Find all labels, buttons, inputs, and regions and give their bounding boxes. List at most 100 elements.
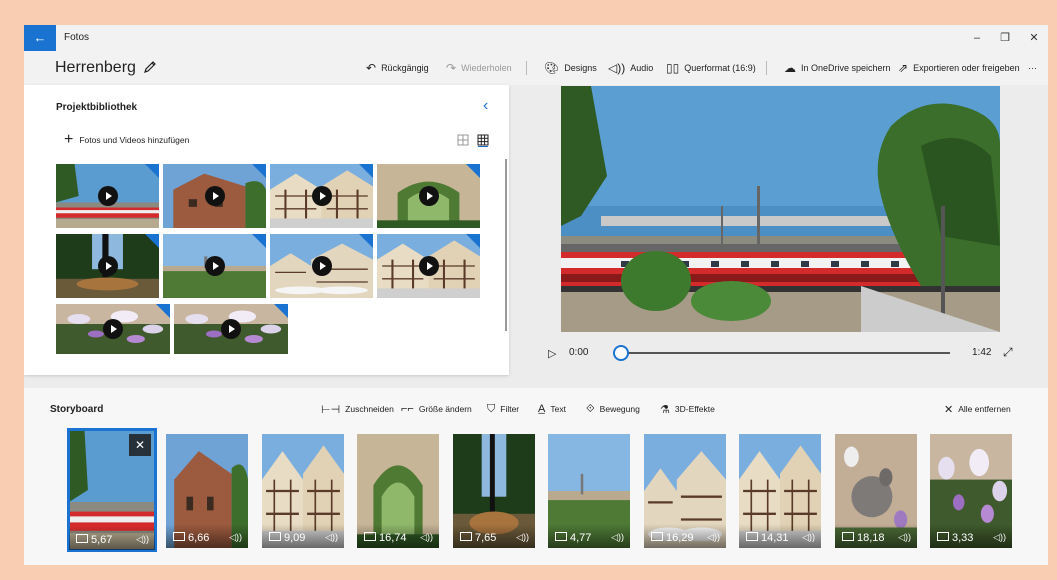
library-item[interactable] bbox=[174, 304, 288, 354]
play-icon bbox=[204, 186, 225, 206]
close-icon[interactable]: ✕ bbox=[129, 434, 151, 456]
seek-thumb[interactable] bbox=[613, 345, 629, 361]
onedrive-label: In OneDrive speichern bbox=[801, 63, 891, 73]
library-item[interactable] bbox=[56, 164, 159, 228]
clip-duration: 18,18 bbox=[857, 532, 885, 544]
more-icon: ··· bbox=[1028, 63, 1037, 73]
clip-duration: 6,66 bbox=[188, 532, 210, 544]
undo-button[interactable]: ↶ Rückgängig bbox=[366, 51, 429, 85]
fullscreen-icon[interactable]: ⤢ bbox=[1003, 345, 1013, 360]
storyboard-clip[interactable]: 16,29 ◁)) bbox=[644, 434, 726, 548]
total-time: 1:42 bbox=[972, 347, 992, 358]
storyboard-clip[interactable]: 16,74 ◁)) bbox=[357, 434, 439, 548]
storyboard-clip[interactable]: 18,18 ◁)) bbox=[835, 434, 917, 548]
motion-button[interactable]: ⟐ Bewegung bbox=[586, 398, 640, 420]
trim-button[interactable]: ⊢⊣ Zuschneiden bbox=[321, 398, 394, 420]
clip-duration: 7,65 bbox=[475, 532, 497, 544]
play-icon[interactable]: ▷ bbox=[548, 347, 556, 360]
clip-duration: 16,74 bbox=[379, 532, 407, 544]
added-marker-icon bbox=[359, 164, 373, 178]
trim-icon: ⊢⊣ bbox=[321, 403, 341, 416]
remove-all-button[interactable]: ✕ Alle entfernen bbox=[944, 398, 1011, 420]
onedrive-save-button[interactable]: ☁ In OneDrive speichern bbox=[784, 51, 891, 85]
aspect-ratio-label: Querformat (16:9) bbox=[684, 63, 756, 73]
back-button[interactable]: ← bbox=[24, 25, 56, 51]
3d-effects-button[interactable]: ⚗ 3D-Effekte bbox=[660, 398, 715, 420]
filter-label: Filter bbox=[500, 404, 520, 414]
play-icon bbox=[103, 319, 123, 339]
library-item[interactable] bbox=[377, 234, 480, 298]
text-icon: A̲ bbox=[538, 403, 546, 415]
title-bar: ← Fotos – ❐ ✕ bbox=[24, 25, 1048, 51]
library-item[interactable] bbox=[270, 234, 373, 298]
storyboard-clip[interactable]: 14,31 ◁)) bbox=[739, 434, 821, 548]
library-item[interactable] bbox=[56, 304, 170, 354]
photo-icon bbox=[555, 532, 567, 541]
photo-icon bbox=[651, 532, 663, 541]
library-title: Projektbibliothek bbox=[56, 102, 138, 113]
added-marker-icon bbox=[145, 164, 159, 178]
large-grid-view-icon[interactable] bbox=[456, 133, 470, 147]
speaker-icon: ◁)) bbox=[611, 532, 624, 542]
photo-icon bbox=[173, 532, 185, 541]
audio-label: Audio bbox=[630, 63, 654, 73]
add-media-label: Fotos und Videos hinzufügen bbox=[79, 135, 190, 145]
library-item[interactable] bbox=[270, 164, 373, 228]
added-marker-icon bbox=[274, 304, 288, 318]
trim-label: Zuschneiden bbox=[345, 404, 394, 414]
cloud-upload-icon: ☁ bbox=[784, 61, 796, 75]
clip-duration: 14,31 bbox=[761, 532, 789, 544]
clip-duration: 5,67 bbox=[91, 534, 113, 546]
filter-button[interactable]: ⛉ Filter bbox=[487, 398, 519, 420]
storyboard-clip[interactable]: 4,77 ◁)) bbox=[548, 434, 630, 548]
text-button[interactable]: A̲ Text bbox=[538, 398, 566, 420]
play-icon bbox=[311, 186, 332, 206]
current-time: 0:00 bbox=[569, 347, 589, 358]
library-item[interactable] bbox=[56, 234, 159, 298]
speaker-icon: ◁)) bbox=[420, 532, 433, 542]
resize-label: Größe ändern bbox=[418, 404, 472, 414]
redo-button[interactable]: ↷ Wiederholen bbox=[446, 51, 512, 85]
close-window-button[interactable]: ✕ bbox=[1020, 25, 1048, 51]
plus-icon: + bbox=[64, 131, 74, 148]
motion-label: Bewegung bbox=[599, 404, 640, 414]
add-media-button[interactable]: + Fotos und Videos hinzufügen bbox=[64, 131, 190, 148]
storyboard-clip[interactable]: 6,66 ◁)) bbox=[166, 434, 248, 548]
resize-button[interactable]: ⌐⌐ Größe ändern bbox=[401, 398, 472, 420]
app-name: Fotos bbox=[64, 32, 90, 43]
added-marker-icon bbox=[252, 164, 266, 178]
library-scrollbar[interactable] bbox=[505, 159, 507, 331]
speaker-icon: ◁)) bbox=[608, 61, 626, 75]
photo-icon bbox=[460, 532, 472, 541]
app-window: ← Fotos – ❐ ✕ Herrenberg ↶ Rückgängig ↷ Wi… bbox=[24, 25, 1048, 565]
storyboard-clip[interactable]: 3,33 ◁)) bbox=[930, 434, 1012, 548]
more-options-button[interactable]: ··· bbox=[1028, 51, 1037, 85]
photo-icon bbox=[76, 534, 88, 543]
project-library-panel: Projektbibliothek ‹ + Fotos und Videos hi… bbox=[24, 85, 509, 375]
clip-duration: 9,09 bbox=[284, 532, 306, 544]
storyboard-clip[interactable]: 7,65 ◁)) bbox=[453, 434, 535, 548]
aspect-ratio-button[interactable]: ▯▯ Querformat (16:9) bbox=[666, 51, 756, 85]
photo-icon bbox=[842, 532, 854, 541]
storyboard-clip[interactable]: 5,67 ◁)) ✕ bbox=[67, 428, 157, 552]
storyboard-clip[interactable]: 9,09 ◁)) bbox=[262, 434, 344, 548]
clip-duration: 4,77 bbox=[570, 532, 592, 544]
clip-duration: 16,29 bbox=[666, 532, 694, 544]
added-marker-icon bbox=[156, 304, 170, 318]
collapse-chevron-icon[interactable]: ‹ bbox=[483, 97, 488, 115]
seek-bar[interactable] bbox=[620, 352, 950, 354]
pencil-icon[interactable] bbox=[142, 59, 158, 75]
audio-button[interactable]: ◁)) Audio bbox=[608, 51, 653, 85]
export-button[interactable]: ⇗ Exportieren oder freigeben bbox=[898, 51, 1020, 85]
maximize-button[interactable]: ❐ bbox=[991, 25, 1019, 51]
small-grid-view-icon[interactable] bbox=[476, 133, 490, 147]
minimize-button[interactable]: – bbox=[963, 25, 991, 51]
project-title[interactable]: Herrenberg bbox=[55, 55, 136, 81]
library-item[interactable] bbox=[377, 164, 480, 228]
library-item[interactable] bbox=[163, 234, 266, 298]
library-item[interactable] bbox=[163, 164, 266, 228]
designs-button[interactable]: 🎨︎ Designs bbox=[544, 51, 597, 85]
speaker-icon: ◁)) bbox=[229, 532, 242, 542]
play-icon bbox=[204, 256, 225, 276]
3d-effects-label: 3D-Effekte bbox=[674, 404, 715, 414]
